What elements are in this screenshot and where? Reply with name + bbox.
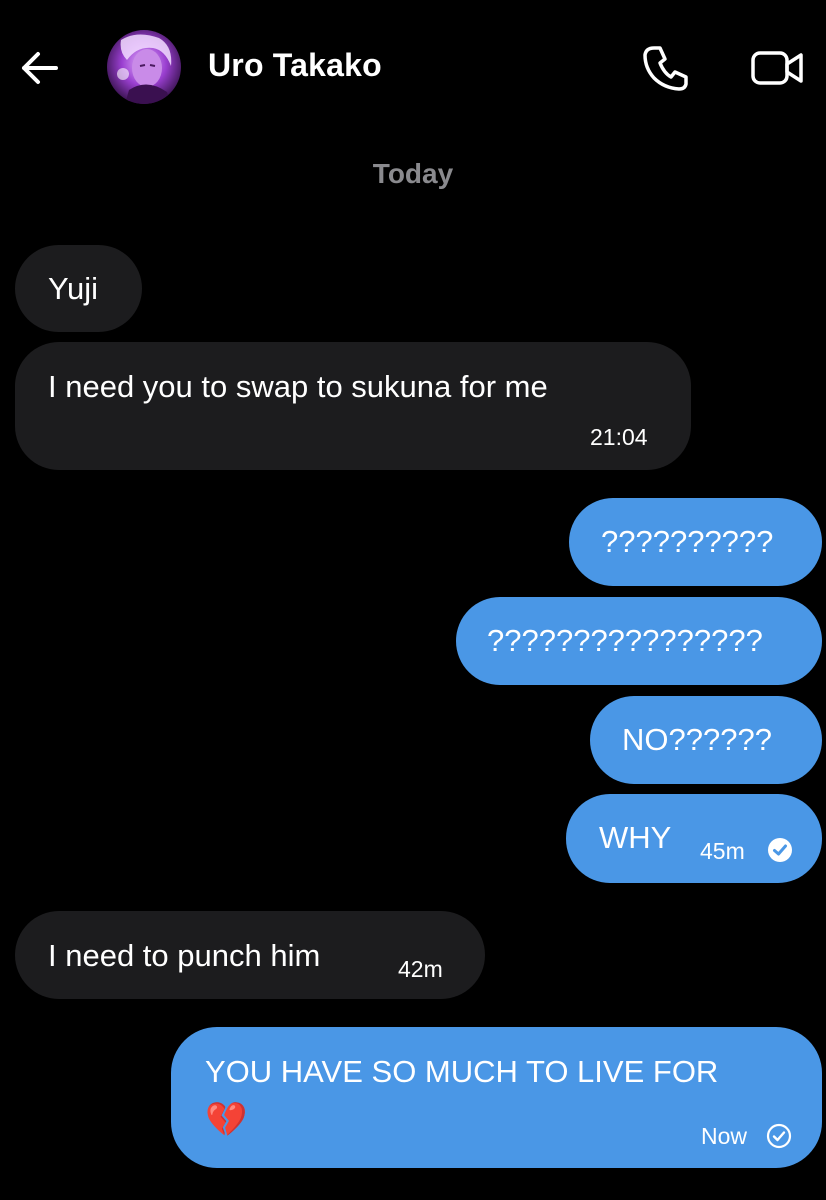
avatar[interactable]	[107, 30, 181, 104]
video-call-button[interactable]	[748, 44, 808, 92]
message-text: ????????????????	[487, 623, 763, 658]
avatar-image	[107, 30, 181, 104]
message-text: NO??????	[622, 722, 772, 757]
outgoing-message[interactable]: NO??????	[590, 696, 822, 784]
outgoing-message[interactable]: YOU HAVE SO MUCH TO LIVE FOR 💔 Now	[171, 1027, 822, 1168]
back-arrow-icon	[22, 52, 58, 84]
date-separator: Today	[372, 158, 454, 189]
message-text: I need to punch him	[48, 938, 321, 973]
phone-icon	[643, 46, 688, 91]
message-time: Now	[701, 1123, 748, 1149]
incoming-message[interactable]: Yuji	[15, 245, 142, 332]
message-text: YOU HAVE SO MUCH TO LIVE FOR	[205, 1054, 719, 1089]
video-camera-icon	[751, 51, 803, 85]
message-text: Yuji	[48, 271, 98, 306]
sent-check-icon	[766, 1123, 792, 1149]
outgoing-message[interactable]: WHY 45m	[566, 794, 822, 883]
message-time: 45m	[700, 838, 745, 864]
chat-header: Uro Takako	[0, 0, 826, 135]
message-text: ??????????	[601, 524, 774, 559]
outgoing-message[interactable]: ??????????	[569, 498, 822, 586]
incoming-message[interactable]: I need you to swap to sukuna for me 21:0…	[15, 342, 691, 470]
contact-name[interactable]: Uro Takako	[208, 47, 382, 84]
read-check-icon	[768, 838, 792, 862]
voice-call-button[interactable]	[640, 42, 692, 94]
message-text: WHY	[599, 820, 672, 855]
broken-heart-emoji: 💔	[205, 1100, 248, 1140]
back-button[interactable]	[18, 46, 62, 90]
message-time: 42m	[398, 956, 443, 982]
incoming-message[interactable]: I need to punch him 42m	[15, 911, 485, 999]
outgoing-message[interactable]: ????????????????	[456, 597, 822, 685]
message-text: I need you to swap to sukuna for me	[48, 369, 548, 404]
message-time: 21:04	[590, 424, 648, 450]
